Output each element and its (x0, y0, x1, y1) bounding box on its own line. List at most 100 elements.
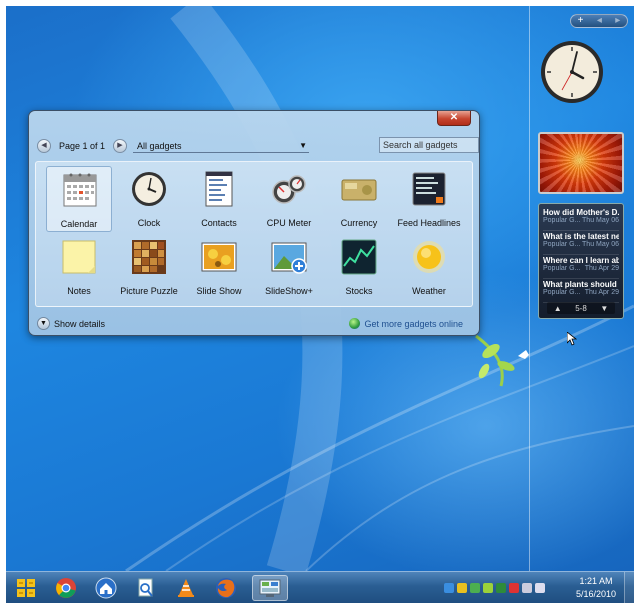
search-input[interactable]: Search all gadgets (379, 137, 479, 153)
gadget-tile-currency[interactable]: Currency (326, 166, 392, 232)
next-icon[interactable]: ▸ (615, 15, 620, 27)
feed-headlines-icon (412, 172, 446, 206)
gadget-tile-feed-headlines[interactable]: Feed Headlines (396, 166, 462, 232)
feed-item-date: Thu Apr 29 (584, 289, 619, 296)
taskbar-clock[interactable]: 1:21 AM 5/16/2010 (574, 575, 618, 601)
feed-item-title: Where can I learn ab... (543, 256, 619, 265)
feed-range: 5-8 (575, 303, 587, 313)
taskbar-windows-live-button[interactable] (12, 575, 40, 601)
gadget-label: Notes (67, 286, 91, 296)
gadget-tile-calendar[interactable]: Calendar (46, 166, 112, 232)
feed-item-date: Thu Apr 29 (584, 265, 619, 272)
taskbar-search-doc-button[interactable] (132, 575, 160, 601)
slideshow-plus-icon (271, 242, 307, 274)
next-page-icon[interactable]: ▶ (113, 139, 127, 153)
more-gadgets-online-link[interactable]: Get more gadgets online (349, 318, 463, 329)
notes-icon (62, 240, 96, 274)
clock-time: 1:21 AM (579, 576, 613, 586)
gadget-tile-weather[interactable]: Weather (396, 234, 462, 300)
taskbar-gadgets-button[interactable] (252, 575, 288, 601)
tray-network-icon[interactable] (444, 583, 454, 593)
close-button[interactable]: ✕ (437, 111, 471, 126)
show-details-button[interactable]: ▼ Show details (37, 317, 105, 330)
gadget-label: Currency (340, 218, 378, 228)
stocks-icon (341, 239, 377, 275)
sidebar-clock-gadget[interactable] (540, 40, 604, 104)
more-gadgets-label: Get more gadgets online (364, 318, 463, 329)
gadget-label: Slide Show (196, 286, 242, 296)
show-details-label: Show details (54, 318, 106, 329)
filter-value: All gadgets (137, 141, 182, 151)
tray-display-icon[interactable] (522, 583, 532, 593)
home-icon (95, 577, 117, 599)
gadgets-gallery-window: ✕ ◀ Page 1 of 1 ▶ All gadgets ▼ Search a… (28, 110, 480, 336)
add-gadget-button[interactable]: + (578, 15, 584, 27)
gadget-label: Clock (137, 218, 161, 228)
tray-flag-icon[interactable] (457, 583, 467, 593)
gadget-tile-slideshow-plus[interactable]: SlideShow+ (256, 234, 322, 300)
search-doc-icon (138, 578, 153, 597)
gadget-label: CPU Meter (266, 218, 312, 228)
gadget-tile-cpu-meter[interactable]: CPU Meter (256, 166, 322, 232)
gadget-label: Calendar (60, 219, 98, 229)
tray-id-icon[interactable] (483, 583, 493, 593)
vlc-icon (178, 579, 194, 597)
sidebar-controls[interactable]: + ◂ ▸ (570, 14, 628, 28)
gadget-filter-select[interactable]: All gadgets ▼ (133, 139, 309, 153)
show-desktop-button[interactable] (624, 572, 634, 603)
prev-icon[interactable]: ◂ (597, 15, 602, 27)
feed-item-title: How did Mother's D... (543, 208, 619, 217)
gadget-grid: Calendar Clock Contacts CPU Meter Curren… (35, 161, 473, 307)
feed-pager: ▲ 5-8 ▼ (547, 302, 615, 314)
gadget-label: Picture Puzzle (120, 286, 178, 296)
gadget-label: Feed Headlines (397, 218, 461, 228)
chevron-down-icon: ▼ (299, 141, 307, 150)
feed-item-source: Popular G... (543, 289, 581, 296)
tray-volume-icon[interactable] (535, 583, 545, 593)
clock-icon (132, 172, 166, 206)
feed-item[interactable]: How did Mother's D... Popular G... Thu Ma… (543, 208, 619, 231)
taskbar-firefox-button[interactable] (212, 575, 240, 601)
firefox-icon (216, 578, 236, 598)
tray-security-icon[interactable] (470, 583, 480, 593)
gadget-tile-picture-puzzle[interactable]: Picture Puzzle (116, 234, 182, 300)
taskbar-home-button[interactable] (92, 575, 120, 601)
feed-item[interactable]: Where can I learn ab... Popular G...Thu … (543, 256, 619, 279)
clock-date: 5/16/2010 (575, 589, 617, 599)
tray-alert-icon[interactable] (509, 583, 519, 593)
mouse-cursor-icon (567, 332, 577, 346)
slide-show-icon (201, 242, 237, 272)
gadget-label: SlideShow+ (265, 286, 313, 296)
gadget-tile-contacts[interactable]: Contacts (186, 166, 252, 232)
sidebar-slideshow-gadget[interactable] (538, 132, 624, 194)
windows-live-icon (17, 579, 35, 597)
gallery-toolbar: ◀ Page 1 of 1 ▶ All gadgets ▼ Search all… (37, 137, 479, 155)
gadget-tile-slide-show[interactable]: Slide Show (186, 234, 252, 300)
gadget-tile-clock[interactable]: Clock (116, 166, 182, 232)
taskbar-chrome-button[interactable] (52, 575, 80, 601)
feed-item-source: Popular G... (543, 265, 581, 272)
prev-page-icon[interactable]: ◀ (37, 139, 51, 153)
cpu-meter-icon (272, 175, 306, 204)
feed-item[interactable]: What is the latest ne... Popular G... Thu… (543, 232, 619, 255)
chrome-icon (56, 578, 76, 598)
feed-down-icon[interactable]: ▼ (600, 304, 608, 313)
feed-item-source: Popular G... (543, 217, 581, 224)
feed-item[interactable]: What plants should I... Popular G...Thu … (543, 280, 619, 303)
gadget-tile-stocks[interactable]: Stocks (326, 234, 392, 300)
feed-up-icon[interactable]: ▲ (554, 304, 562, 313)
taskbar-vlc-button[interactable] (172, 575, 200, 601)
sidebar-feed-gadget[interactable]: How did Mother's D... Popular G... Thu Ma… (538, 203, 624, 319)
feed-item-title: What plants should I... (543, 280, 619, 289)
picture-puzzle-icon (132, 240, 166, 274)
system-tray (444, 578, 545, 598)
desktop: + ◂ ▸ How did Mother's D... Popular G...… (6, 6, 634, 571)
feed-item-date: Thu May 06 (582, 241, 619, 248)
weather-icon (413, 241, 445, 273)
gadget-label: Stocks (345, 286, 373, 296)
gallery-footer: ▼ Show details Get more gadgets online (37, 317, 473, 333)
gadget-tile-notes[interactable]: Notes (46, 234, 112, 300)
gadgets-icon (259, 579, 281, 597)
tray-check-icon[interactable] (496, 583, 506, 593)
taskbar: 1:21 AM 5/16/2010 (6, 571, 634, 603)
